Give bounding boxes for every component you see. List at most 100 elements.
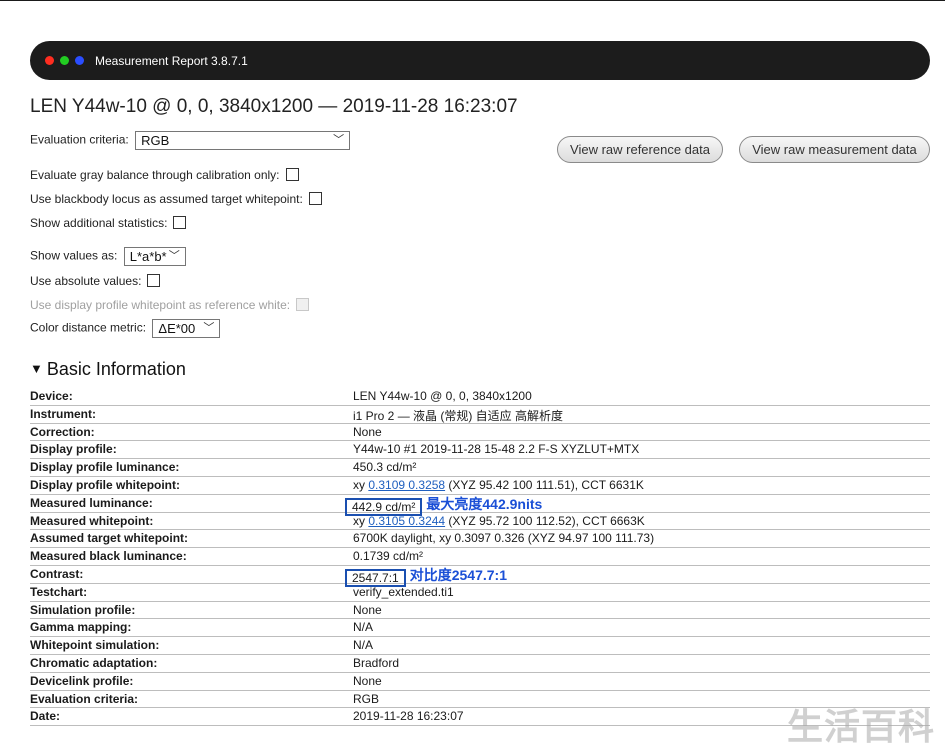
basic-information-table: Device: LEN Y44w-10 @ 0, 0, 3840x1200 In… xyxy=(30,388,930,727)
table-row: Device: LEN Y44w-10 @ 0, 0, 3840x1200 xyxy=(30,388,930,406)
table-row: Display profile whitepoint: xy 0.3109 0.… xyxy=(30,477,930,495)
row-label: Display profile whitepoint: xyxy=(30,477,181,492)
table-row: Measured luminance: 442.9 cd/m² 最大亮度442.9… xyxy=(30,495,930,516)
color-distance-option: Color distance metric: ΔE*00 ﹀ xyxy=(30,319,221,338)
maximize-window-dot[interactable] xyxy=(60,56,69,65)
chevron-down-icon: ﹀ xyxy=(203,322,215,334)
row-value: xy 0.3109 0.3258 (XYZ 95.42 100 111.51),… xyxy=(353,478,644,492)
additional-stats-option: Show additional statistics: xyxy=(30,216,187,230)
table-row: Simulation profile: None xyxy=(30,602,930,620)
absolute-values-checkbox[interactable] xyxy=(147,274,161,288)
row-label: Date: xyxy=(30,709,61,724)
view-raw-reference-button[interactable]: View raw reference data xyxy=(557,136,723,163)
row-value: xy 0.3105 0.3244 (XYZ 95.72 100 112.52),… xyxy=(353,514,645,528)
table-row: Instrument: i1 Pro 2 — 液晶 (常规) 自适应 高解析度 xyxy=(30,406,930,424)
row-label: Display profile: xyxy=(30,442,117,457)
row-value: RGB xyxy=(353,691,380,706)
table-row: Whitepoint simulation: N/A xyxy=(30,637,930,655)
table-row: Measured black luminance: 0.1739 cd/m² xyxy=(30,548,930,566)
xy-prefix: xy xyxy=(353,513,369,528)
table-row: Correction: None xyxy=(30,424,930,442)
row-label: Device: xyxy=(30,389,73,403)
row-value: Y44w-10 #1 2019-11-28 15-48 2.2 F-S XYZL… xyxy=(353,442,640,457)
row-value: 0.1739 cd/m² xyxy=(353,549,424,564)
evaluation-criteria-select[interactable]: RGB ﹀ xyxy=(135,131,351,150)
row-value: 6700K daylight, xy 0.3097 0.326 (XYZ 94.… xyxy=(353,531,655,546)
table-row: Display profile: Y44w-10 #1 2019-11-28 1… xyxy=(30,441,930,460)
gray-balance-label: Evaluate gray balance through calibratio… xyxy=(30,168,280,182)
color-distance-select[interactable]: ΔE*00 ﹀ xyxy=(152,319,221,338)
row-label: Assumed target whitepoint: xyxy=(30,531,189,546)
basic-information-toggle[interactable]: ▼ Basic Information xyxy=(30,359,186,380)
table-row: Testchart: verify_extended.ti1 xyxy=(30,584,930,602)
row-value: N/A xyxy=(353,620,374,635)
xy-prefix: xy xyxy=(353,477,369,492)
row-label: Chromatic adaptation: xyxy=(30,655,158,670)
gray-balance-option: Evaluate gray balance through calibratio… xyxy=(30,168,299,182)
color-distance-value: ΔE*00 xyxy=(158,321,196,336)
table-row: Devicelink profile: None xyxy=(30,673,930,691)
row-label: Instrument: xyxy=(30,406,96,421)
evaluation-criteria-option: Evaluation criteria: RGB ﹀ xyxy=(30,131,351,150)
color-distance-label: Color distance metric: xyxy=(30,320,147,335)
blackbody-checkbox[interactable] xyxy=(308,192,322,206)
minimize-window-dot[interactable] xyxy=(75,56,84,65)
top-border xyxy=(0,0,945,1)
table-row: Gamma mapping: N/A xyxy=(30,619,930,638)
row-value: i1 Pro 2 — 液晶 (常规) 自适应 高解析度 xyxy=(353,408,564,423)
display-whitepoint-checkbox xyxy=(296,298,310,312)
window-titlebar: Measurement Report 3.8.7.1 xyxy=(30,41,930,80)
row-label: Measured black luminance: xyxy=(30,549,187,564)
show-values-select[interactable]: L*a*b* ﹀ xyxy=(123,247,186,266)
show-values-option: Show values as: L*a*b* ﹀ xyxy=(30,247,186,266)
row-label: Contrast: xyxy=(30,566,84,581)
display-whitepoint-label: Use display profile whitepoint as refere… xyxy=(30,298,291,312)
display-whitepoint-option: Use display profile whitepoint as refere… xyxy=(30,298,310,312)
row-value: 2019-11-28 16:23:07 xyxy=(353,709,464,724)
row-value: None xyxy=(353,602,382,617)
row-label: Display profile luminance: xyxy=(30,460,180,475)
whitepoint-details: (XYZ 95.72 100 112.52), CCT 6663K xyxy=(445,513,645,528)
row-label: Simulation profile: xyxy=(30,602,136,617)
row-value: None xyxy=(353,424,382,439)
row-value: N/A xyxy=(353,638,374,653)
close-window-dot[interactable] xyxy=(45,56,54,65)
absolute-values-label: Use absolute values: xyxy=(30,274,142,288)
row-value: LEN Y44w-10 @ 0, 0, 3840x1200 xyxy=(353,389,532,403)
basic-information-title: Basic Information xyxy=(46,359,186,379)
table-row: Contrast: 2547.7:1 对比度2547.7:1 xyxy=(30,566,930,587)
blackbody-option: Use blackbody locus as assumed target wh… xyxy=(30,192,322,206)
report-heading: LEN Y44w-10 @ 0, 0, 3840x1200 — 2019-11-… xyxy=(30,96,518,117)
window-title: Measurement Report 3.8.7.1 xyxy=(95,54,248,68)
absolute-values-option: Use absolute values: xyxy=(30,274,161,288)
triangle-down-icon: ▼ xyxy=(30,361,43,376)
row-value: Bradford xyxy=(353,655,400,670)
chevron-down-icon: ﹀ xyxy=(333,134,345,146)
view-raw-measurement-button[interactable]: View raw measurement data xyxy=(739,136,930,163)
evaluation-criteria-value: RGB xyxy=(141,133,170,148)
evaluation-criteria-label: Evaluation criteria: xyxy=(30,132,129,147)
row-label: Measured luminance: xyxy=(30,495,153,510)
show-values-value: L*a*b* xyxy=(129,249,167,264)
table-row: Chromatic adaptation: Bradford xyxy=(30,655,930,673)
row-value: None xyxy=(353,673,382,688)
chevron-down-icon: ﹀ xyxy=(168,250,180,262)
row-value: 450.3 cd/m² xyxy=(353,460,417,475)
row-label: Correction: xyxy=(30,424,95,439)
table-row: Measured whitepoint: xy 0.3105 0.3244 (X… xyxy=(30,513,930,531)
additional-stats-checkbox[interactable] xyxy=(173,216,187,230)
measured-whitepoint-link[interactable]: 0.3105 0.3244 xyxy=(368,514,445,528)
additional-stats-label: Show additional statistics: xyxy=(30,216,168,230)
watermark: 生活百科 xyxy=(787,706,936,747)
max-brightness-annotation: 最大亮度442.9nits xyxy=(426,495,543,512)
table-row: Assumed target whitepoint: 6700K dayligh… xyxy=(30,530,930,549)
row-label: Whitepoint simulation: xyxy=(30,638,160,653)
row-value: verify_extended.ti1 xyxy=(353,584,454,599)
blackbody-label: Use blackbody locus as assumed target wh… xyxy=(30,192,303,206)
gray-balance-checkbox[interactable] xyxy=(285,168,299,182)
show-values-label: Show values as: xyxy=(30,248,118,263)
row-label: Devicelink profile: xyxy=(30,673,134,688)
table-row: Display profile luminance: 450.3 cd/m² xyxy=(30,459,930,477)
profile-whitepoint-link[interactable]: 0.3109 0.3258 xyxy=(368,478,445,492)
whitepoint-details: (XYZ 95.42 100 111.51), CCT 6631K xyxy=(445,477,644,492)
